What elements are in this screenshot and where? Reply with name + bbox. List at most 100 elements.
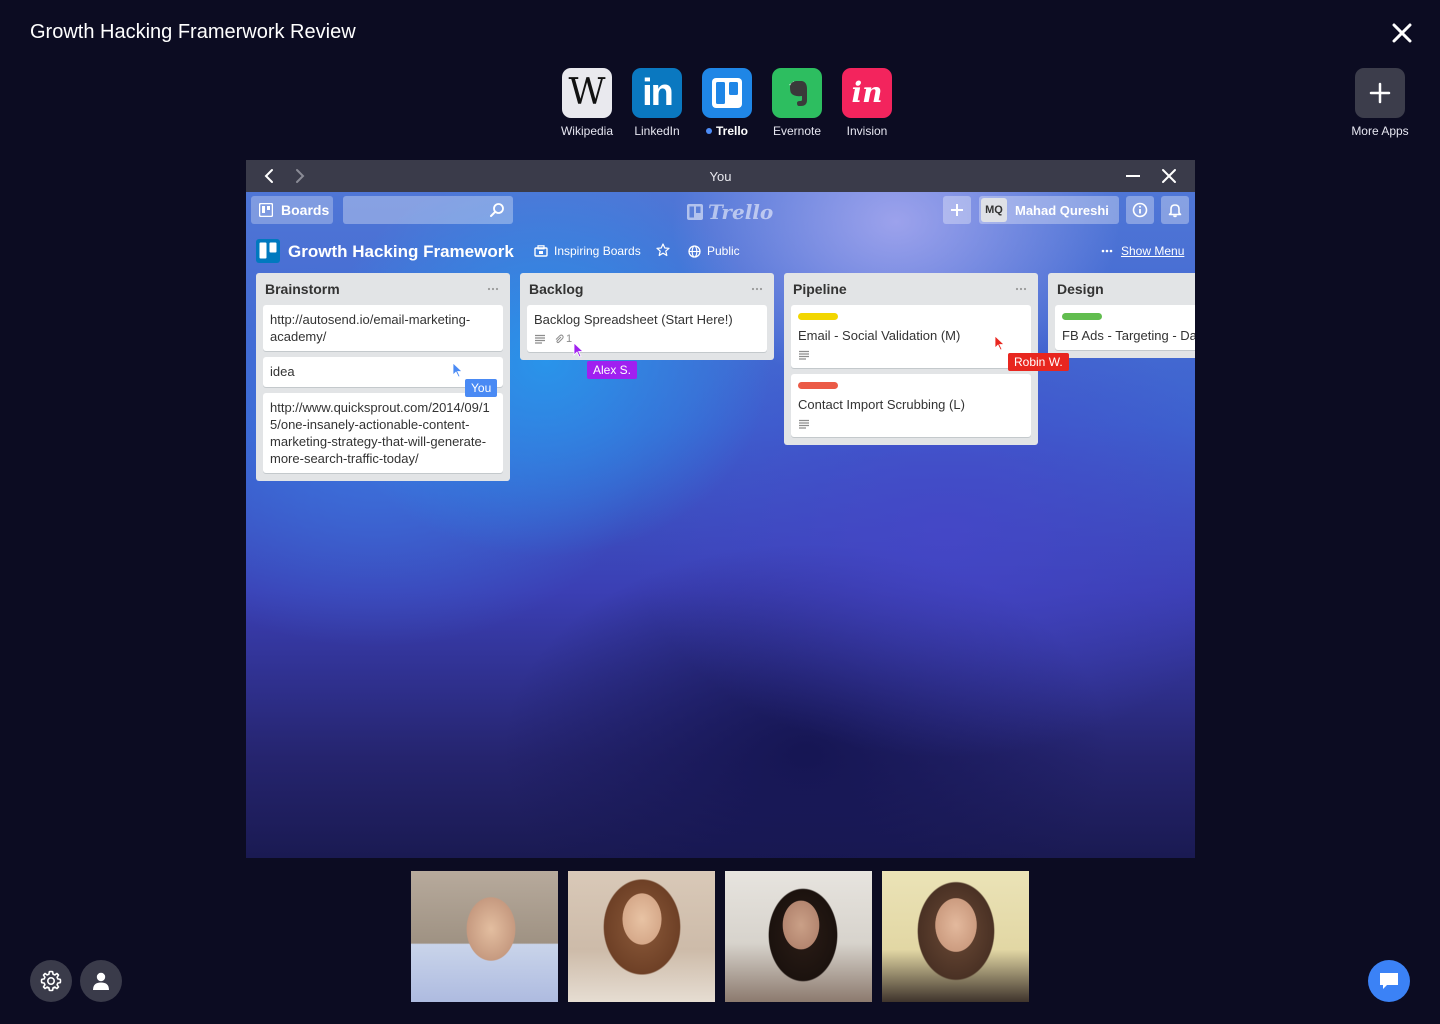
boards-label: Boards <box>281 202 330 218</box>
paperclip-icon <box>555 334 564 344</box>
card[interactable]: http://autosend.io/email-marketing-acade… <box>263 305 503 351</box>
member-menu[interactable]: MQ Mahad Qureshi <box>979 196 1119 224</box>
settings-button[interactable] <box>30 960 72 1002</box>
board-team-label: Inspiring Boards <box>554 244 641 258</box>
card-title: http://autosend.io/email-marketing-acade… <box>270 312 471 344</box>
description-icon <box>535 334 545 344</box>
board-visibility-button[interactable]: Public <box>688 244 740 258</box>
linkedin-icon: in <box>632 68 682 118</box>
ellipsis-icon <box>1101 249 1113 253</box>
chat-button[interactable] <box>1368 960 1410 1002</box>
app-wikipedia[interactable]: W Wikipedia <box>561 68 613 138</box>
participant-video[interactable] <box>568 871 715 1002</box>
app-evernote[interactable]: Evernote <box>772 68 822 138</box>
more-apps-button[interactable]: More Apps <box>1350 68 1410 138</box>
trello-logo[interactable]: Trello <box>686 200 773 224</box>
app-label: Invision <box>846 124 888 138</box>
app-label: LinkedIn <box>634 124 680 138</box>
card[interactable]: Contact Import Scrubbing (L) <box>791 374 1031 437</box>
app-trello[interactable]: Trello <box>702 68 752 138</box>
close-icon <box>1162 169 1176 183</box>
search-icon[interactable] <box>489 202 505 218</box>
show-menu-label: Show Menu <box>1121 244 1185 258</box>
shared-app-window: You Boards Trello MQ Mahad Qureshi Growt… <box>246 160 1195 858</box>
participant-video[interactable] <box>882 871 1029 1002</box>
profile-button[interactable] <box>80 960 122 1002</box>
app-invision[interactable]: in Invision <box>842 68 892 138</box>
list-brainstorm: Brainstorm http://autosend.io/email-mark… <box>256 273 510 481</box>
list-backlog: Backlog Backlog Spreadsheet (Start Here!… <box>520 273 774 360</box>
team-icon <box>534 245 548 257</box>
participant-video[interactable] <box>411 871 558 1002</box>
search-input[interactable] <box>343 196 513 224</box>
trello-header: Boards Trello MQ Mahad Qureshi <box>246 192 1195 228</box>
star-icon[interactable] <box>656 243 670 257</box>
list-header: Design <box>1055 273 1195 305</box>
ellipsis-icon <box>487 287 499 291</box>
card-title: http://www.quicksprout.com/2014/09/15/on… <box>270 400 490 466</box>
back-button[interactable] <box>261 167 279 185</box>
wikipedia-icon: W <box>562 68 612 118</box>
list-design: Design FB Ads - Targeting - Da (S) <box>1048 273 1195 358</box>
ellipsis-icon <box>751 287 763 291</box>
boards-button[interactable]: Boards <box>251 196 333 224</box>
minimize-icon <box>1126 175 1140 177</box>
card-label-green <box>1062 313 1102 320</box>
card-label-red <box>798 382 838 389</box>
board-team-button[interactable]: Inspiring Boards <box>534 244 641 258</box>
list-header: Brainstorm <box>263 273 503 305</box>
card-badges <box>798 348 1024 362</box>
window-titlebar: You <box>246 160 1195 192</box>
list-header: Pipeline <box>791 273 1031 305</box>
cursor-label-robin: Robin W. <box>1008 353 1069 371</box>
add-button[interactable] <box>943 196 971 224</box>
card[interactable]: Backlog Spreadsheet (Start Here!) 1 <box>527 305 767 352</box>
plus-icon <box>1355 68 1405 118</box>
cursor-label-alex: Alex S. <box>587 361 638 379</box>
plus-icon <box>951 204 963 216</box>
more-apps-label: More Apps <box>1351 124 1409 138</box>
member-name: Mahad Qureshi <box>1015 202 1109 218</box>
card[interactable]: FB Ads - Targeting - Da (S) <box>1055 305 1195 350</box>
board-header: Growth Hacking Framework Inspiring Board… <box>246 234 1195 268</box>
close-icon <box>1392 23 1412 43</box>
participant-video[interactable] <box>725 871 872 1002</box>
forward-button[interactable] <box>290 167 308 185</box>
description-icon <box>799 419 809 429</box>
cursor-robin-icon <box>994 335 1006 351</box>
info-button[interactable] <box>1126 196 1154 224</box>
list-title[interactable]: Design <box>1057 281 1104 297</box>
list-pipeline: Pipeline Email - Social Validation (M) C… <box>784 273 1038 445</box>
chevron-left-icon <box>264 169 273 183</box>
list-title[interactable]: Pipeline <box>793 281 847 297</box>
card[interactable]: http://www.quicksprout.com/2014/09/15/on… <box>263 393 503 473</box>
card-title: Contact Import Scrubbing (L) <box>798 397 965 412</box>
close-session-button[interactable] <box>1386 17 1418 49</box>
list-header: Backlog <box>527 273 767 305</box>
chat-icon <box>1380 973 1398 989</box>
app-linkedin[interactable]: in LinkedIn <box>632 68 682 138</box>
user-icon <box>93 972 109 990</box>
cursor-label-you: You <box>465 379 498 397</box>
app-label-active: Trello <box>705 124 748 138</box>
list-menu-button[interactable] <box>1013 282 1029 296</box>
boards-icon <box>259 203 273 217</box>
trello-icon <box>702 68 752 118</box>
list-title[interactable]: Brainstorm <box>265 281 340 297</box>
invision-icon: in <box>842 68 892 118</box>
bell-icon <box>1168 204 1182 218</box>
list-title[interactable]: Backlog <box>529 281 583 297</box>
attachment-count: 1 <box>566 332 573 345</box>
close-window-button[interactable] <box>1160 167 1178 185</box>
avatar: MQ <box>981 198 1007 222</box>
list-menu-button[interactable] <box>749 282 765 296</box>
board-title[interactable]: Growth Hacking Framework <box>288 242 514 262</box>
card-badges <box>798 417 1024 431</box>
minimize-button[interactable] <box>1124 167 1142 185</box>
show-menu-button[interactable]: Show Menu <box>1101 244 1184 258</box>
board-icon <box>256 239 280 263</box>
active-indicator <box>705 128 712 134</box>
list-menu-button[interactable] <box>485 282 501 296</box>
notifications-button[interactable] <box>1161 196 1189 224</box>
trello-logo-icon <box>687 204 703 220</box>
